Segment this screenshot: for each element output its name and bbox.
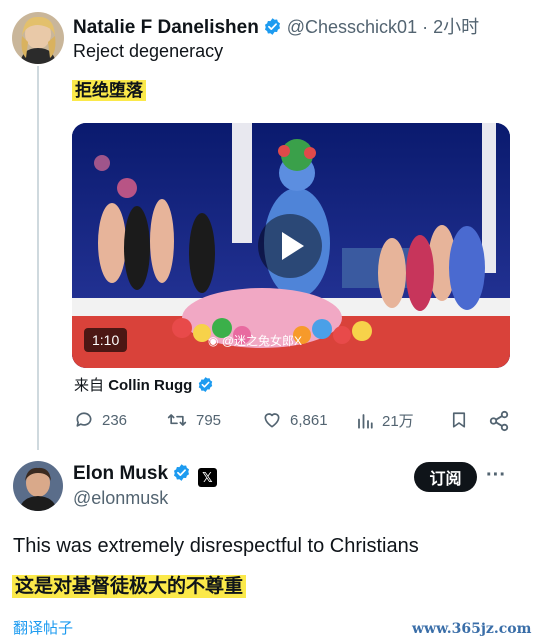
verified-badge-icon-elon: [172, 463, 191, 482]
retweet-count: 795: [196, 411, 222, 429]
share-icon: [489, 410, 509, 432]
more-options-button[interactable]: ···: [486, 464, 506, 487]
bookmark-icon: [452, 412, 466, 428]
views-count: 21万: [382, 413, 414, 430]
video-watermark: @迷之兔女郎X: [221, 334, 303, 348]
reply-count: 236: [102, 411, 128, 429]
tweet-text-en: This was extremely disrespectful to Chri…: [13, 535, 419, 557]
tweet-text-cn-highlight: 拒绝堕落: [72, 80, 146, 101]
source-prefix: 来自: [74, 377, 105, 394]
tweet-text-cn-highlight: 这是对基督徒极大的不尊重: [12, 575, 247, 598]
subscribe-button[interactable]: 订阅: [414, 462, 477, 492]
handle-and-time[interactable]: @Chesschick01 · 2小时: [287, 17, 479, 37]
x-affiliate-icon: 𝕏: [197, 468, 217, 487]
thread-connector-line: [37, 66, 39, 450]
video-duration: 1:10: [84, 328, 128, 352]
like-button[interactable]: 6,861: [262, 410, 328, 430]
play-icon: [282, 232, 304, 260]
share-button[interactable]: [488, 410, 518, 432]
reply-icon: [76, 412, 92, 427]
video-player[interactable]: 1:10 ◉ @迷之兔女郎X: [72, 123, 510, 368]
tweet-text-en: Reject degeneracy: [73, 41, 224, 61]
source-author[interactable]: Collin Rugg: [108, 377, 192, 394]
verified-badge-icon-source: [197, 376, 214, 393]
retweet-button[interactable]: 795: [166, 410, 221, 430]
reply-button[interactable]: 236: [74, 410, 127, 430]
tweet-action-bar: 236 795 6,861 21万: [70, 410, 520, 436]
author-name-natalie[interactable]: Natalie F Danelishen: [73, 17, 259, 38]
play-button[interactable]: [258, 214, 322, 278]
retweet-icon: [167, 414, 187, 426]
bookmark-button[interactable]: [450, 410, 476, 430]
site-watermark: www.365jz.com: [412, 621, 532, 637]
heart-icon: [264, 413, 280, 428]
avatar-elon[interactable]: [13, 461, 63, 511]
avatar-natalie[interactable]: [12, 12, 64, 64]
views-chart-icon: [358, 413, 373, 429]
handle-elon[interactable]: @elonmusk: [73, 488, 168, 509]
views-button[interactable]: 21万: [356, 410, 414, 431]
like-count: 6,861: [290, 411, 328, 429]
verified-badge-icon: [263, 17, 282, 36]
translate-link[interactable]: 翻译帖子: [13, 617, 73, 638]
weibo-icon: ◉: [208, 334, 219, 348]
author-name-elon[interactable]: Elon Musk: [73, 463, 168, 484]
